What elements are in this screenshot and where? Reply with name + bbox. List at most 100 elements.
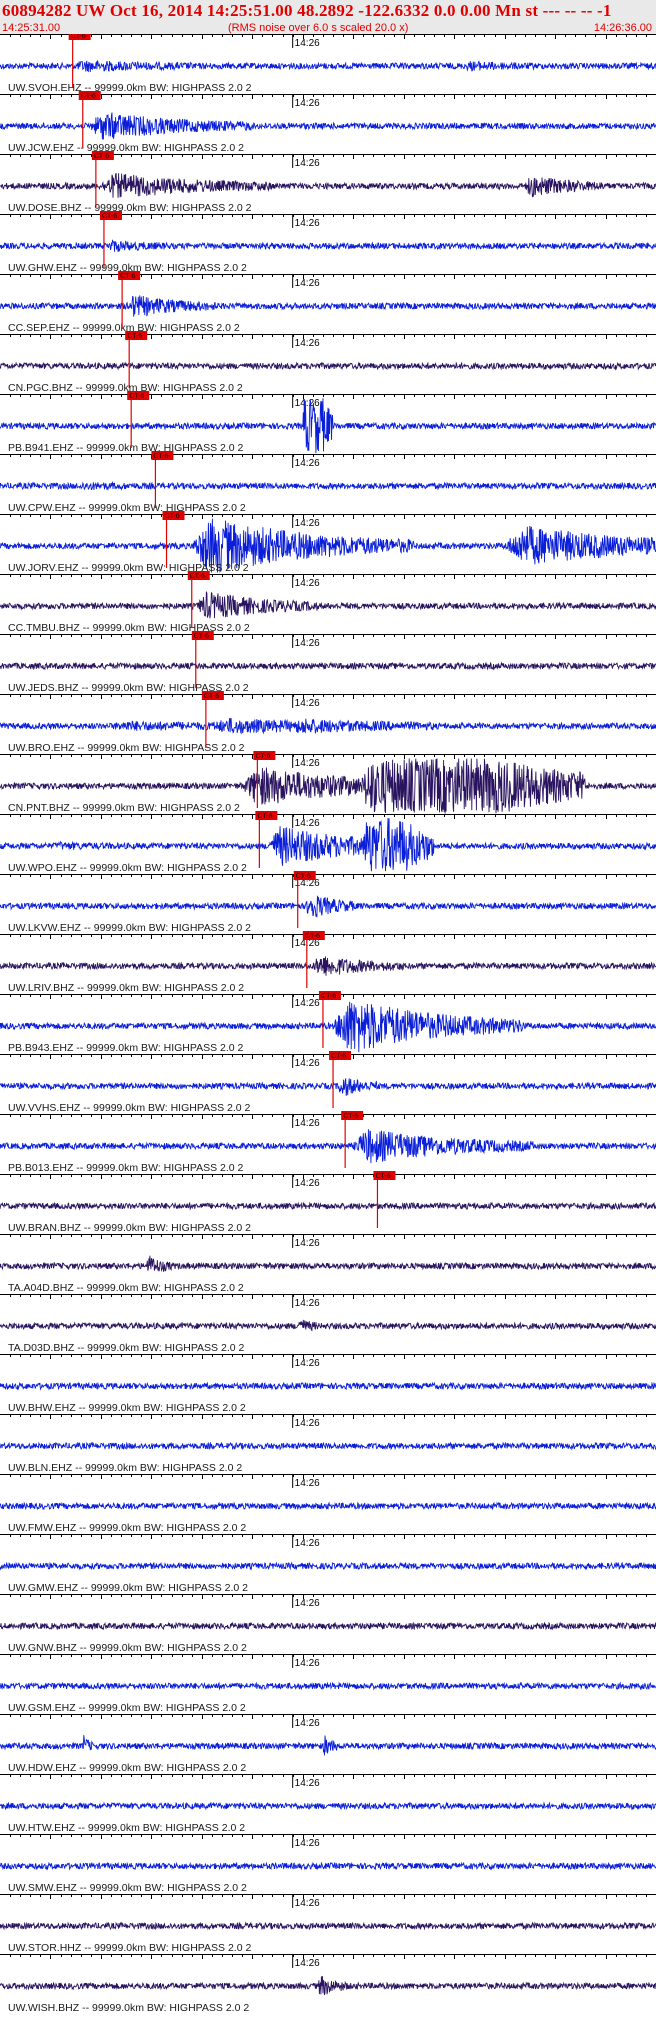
trace-uw-jorv-ehz: 14:26 UW.JORV.EHZ -- 99999.0km BW: HIGHPA… xyxy=(0,511,656,574)
minute-label: 14:26 xyxy=(295,1958,320,1969)
waveform xyxy=(0,895,656,918)
station-label: UW.BHW.EHZ -- 99999.0km BW: HIGHPASS 2.0… xyxy=(8,1402,246,1414)
station-label: CN.PNT.BHZ -- 99999.0km BW: HIGHPASS 2.0… xyxy=(8,802,240,814)
waveform xyxy=(0,1319,656,1332)
station-label: UW.CPW.EHZ -- 99999.0km BW: HIGHPASS 2.0… xyxy=(8,502,246,514)
pick-label: CT-6 xyxy=(255,753,270,760)
waveform xyxy=(0,1801,656,1811)
waveform xyxy=(0,1201,656,1211)
trace-uw-fmw-ehz: 14:26 UW.FMW.EHZ -- 99999.0km BW: HIGHPAS… xyxy=(0,1474,656,1534)
station-label: UW.LRIV.BHZ -- 99999.0km BW: HIGHPASS 2.… xyxy=(8,982,244,994)
waveform xyxy=(0,717,656,735)
minute-label: 14:26 xyxy=(295,998,320,1009)
minute-label: 14:26 xyxy=(295,1118,320,1129)
station-label: UW.LKVW.EHZ -- 99999.0km BW: HIGHPASS 2.… xyxy=(8,922,251,934)
station-label: TA.D03D.BHZ -- 99999.0km BW: HIGHPASS 2.… xyxy=(8,1342,244,1354)
pick-label: CT-6 xyxy=(321,993,336,1000)
minute-label: 14:26 xyxy=(295,218,320,229)
station-label: UW.FMW.EHZ -- 99999.0km BW: HIGHPASS 2.0… xyxy=(8,1522,246,1534)
trace-uw-htw-ehz: 14:26 UW.HTW.EHZ -- 99999.0km BW: HIGHPAS… xyxy=(0,1774,656,1834)
minute-label: 14:26 xyxy=(295,1298,320,1309)
station-label: PB.B943.EHZ -- 99999.0km BW: HIGHPASS 2.… xyxy=(8,1042,244,1054)
station-label: CN.PGC.BHZ -- 99999.0km BW: HIGHPASS 2.0… xyxy=(8,382,243,394)
pick-label: CT-6 xyxy=(375,1173,390,1180)
minute-label: 14:26 xyxy=(295,698,320,709)
minute-label: 14:26 xyxy=(295,1478,320,1489)
minute-label: 14:26 xyxy=(295,398,320,409)
trace-cc-sep-ehz: 14:26 CC.SEP.EHZ -- 99999.0km BW: HIGHPAS… xyxy=(0,271,656,334)
station-label: UW.SMW.EHZ -- 99999.0km BW: HIGHPASS 2.0… xyxy=(8,1882,247,1894)
trace-uw-cpw-ehz: 14:26 UW.CPW.EHZ -- 99999.0km BW: HIGHPAS… xyxy=(0,451,656,514)
trace-uw-jcw-ehz: 14:26 UW.JCW.EHZ -- 99999.0km BW: HIGHPAS… xyxy=(0,91,656,154)
waveform xyxy=(0,1921,656,1931)
pick-label: CT-6 xyxy=(190,573,205,580)
minute-label: 14:26 xyxy=(295,818,320,829)
trace-pb-b941-ehz: 14:26 PB.B941.EHZ -- 99999.0km BW: HIGHPA… xyxy=(0,391,656,454)
trace-uw-bran-bhz: 14:26 UW.BRAN.BHZ -- 99999.0km BW: HIGHPA… xyxy=(0,1171,656,1234)
pick-label: CT-6 xyxy=(257,813,272,820)
station-label: UW.STOR.HHZ -- 99999.0km BW: HIGHPASS 2.… xyxy=(8,1942,251,1954)
trace-uw-gmw-ehz: 14:26 UW.GMW.EHZ -- 99999.0km BW: HIGHPAS… xyxy=(0,1534,656,1594)
minute-label: 14:26 xyxy=(295,38,320,49)
minute-label: 14:26 xyxy=(295,1538,320,1549)
station-label: TA.A04D.BHZ -- 99999.0km BW: HIGHPASS 2.… xyxy=(8,1282,244,1294)
waveform xyxy=(0,1735,656,1756)
station-label: UW.BRO.EHZ -- 99999.0km BW: HIGHPASS 2.0… xyxy=(8,742,245,754)
waveform xyxy=(0,1976,656,1996)
trace-cn-pgc-bhz: 14:26 CN.PGC.BHZ -- 99999.0km BW: HIGHPAS… xyxy=(0,331,656,394)
trace-pb-b943-ehz: 14:26 PB.B943.EHZ -- 99999.0km BW: HIGHPA… xyxy=(0,991,656,1054)
minute-label: 14:26 xyxy=(295,1898,320,1909)
scaling-note: (RMS noise over 6.0 s scaled 20.0 x) xyxy=(228,22,409,34)
pick-label: CT-6 xyxy=(129,393,144,400)
pick-label: CT-6 xyxy=(331,1053,346,1060)
trace-uw-gsm-ehz: 14:26 UW.GSM.EHZ -- 99999.0km BW: HIGHPAS… xyxy=(0,1654,656,1714)
seismogram-plot: 14:26 UW.SVOH.EHZ -- 99999.0km BW: HIGHPA… xyxy=(0,34,656,2014)
station-label: UW.GSM.EHZ -- 99999.0km BW: HIGHPASS 2.0… xyxy=(8,1702,246,1714)
minute-label: 14:26 xyxy=(295,1718,320,1729)
station-label: PB.B013.EHZ -- 99999.0km BW: HIGHPASS 2.… xyxy=(8,1162,244,1174)
waveform xyxy=(0,661,656,671)
pick-label: CT-6 xyxy=(204,693,219,700)
waveform xyxy=(0,112,656,140)
waveform xyxy=(0,1129,656,1164)
station-label: UW.HTW.EHZ -- 99999.0km BW: HIGHPASS 2.0… xyxy=(8,1822,245,1834)
pick-label: CT-6 xyxy=(127,333,142,340)
minute-label: 14:26 xyxy=(295,338,320,349)
station-label: UW.JCW.EHZ -- 99999.0km BW: HIGHPASS 2.0… xyxy=(8,142,244,154)
trace-uw-lkvw-ehz: 14:26UW.LKVW.EHZ -- 99999.0km BW: HIGHPA… xyxy=(0,871,656,934)
minute-label: 14:26 xyxy=(295,1418,320,1429)
header: 60894282 UW Oct 16, 2014 14:25:51.00 48.… xyxy=(0,0,656,34)
pick-label: CT-6 xyxy=(153,453,168,460)
pick-label: CT-6 xyxy=(102,213,117,220)
trace-uw-hdw-ehz: 14:26 UW.HDW.EHZ -- 99999.0km BW: HIGHPAS… xyxy=(0,1714,656,1774)
station-label: UW.JORV.EHZ -- 99999.0km BW: HIGHPASS 2.… xyxy=(8,562,249,574)
waveform xyxy=(0,1441,656,1451)
station-label: CC.SEP.EHZ -- 99999.0km BW: HIGHPASS 2.0… xyxy=(8,322,240,334)
minute-label: 14:26 xyxy=(295,98,320,109)
pick-label: CT-6 xyxy=(194,633,209,640)
station-label: UW.GMW.EHZ -- 99999.0km BW: HIGHPASS 2.0… xyxy=(8,1582,248,1594)
pick-label: CT-6 xyxy=(305,933,320,940)
trace-pb-b013-ehz: 14:26 PB.B013.EHZ -- 99999.0km BW: HIGHPA… xyxy=(0,1111,656,1174)
trace-uw-bro-ehz: 14:26 UW.BRO.EHZ -- 99999.0km BW: HIGHPAS… xyxy=(0,691,656,754)
station-label: UW.BLN.EHZ -- 99999.0km BW: HIGHPASS 2.0… xyxy=(8,1462,242,1474)
pick-label: CT-6 xyxy=(81,93,96,100)
minute-label: 14:26 xyxy=(295,1358,320,1369)
trace-uw-gnw-bhz: 14:26 UW.GNW.BHZ -- 99999.0km BW: HIGHPAS… xyxy=(0,1594,656,1654)
station-label: UW.SVOH.EHZ -- 99999.0km BW: HIGHPASS 2.… xyxy=(8,82,252,94)
station-label: UW.GNW.BHZ -- 99999.0km BW: HIGHPASS 2.0… xyxy=(8,1642,247,1654)
waveform xyxy=(0,361,656,371)
waveform xyxy=(0,239,656,252)
trace-uw-ghw-ehz: 14:26UW.GHW.EHZ -- 99999.0km BW: HIGHPAS… xyxy=(0,211,656,274)
waveform xyxy=(0,1501,656,1511)
minute-label: 14:26 xyxy=(295,1598,320,1609)
minute-label: 14:26 xyxy=(295,578,320,589)
minute-label: 14:26 xyxy=(295,278,320,289)
waveform xyxy=(0,1681,656,1691)
trace-ta-d03d-bhz: 14:26 TA.D03D.BHZ -- 99999.0km BW: HIGHPA… xyxy=(0,1294,656,1354)
trace-uw-lriv-bhz: 14:26UW.LRIV.BHZ -- 99999.0km BW: HIGHPA… xyxy=(0,931,656,994)
pick-label: CT-6 xyxy=(71,34,86,40)
station-label: UW.VVHS.EHZ -- 99999.0km BW: HIGHPASS 2.… xyxy=(8,1102,251,1114)
station-label: PB.B941.EHZ -- 99999.0km BW: HIGHPASS 2.… xyxy=(8,442,244,454)
trace-uw-bln-ehz: 14:26 UW.BLN.EHZ -- 99999.0km BW: HIGHPAS… xyxy=(0,1414,656,1474)
